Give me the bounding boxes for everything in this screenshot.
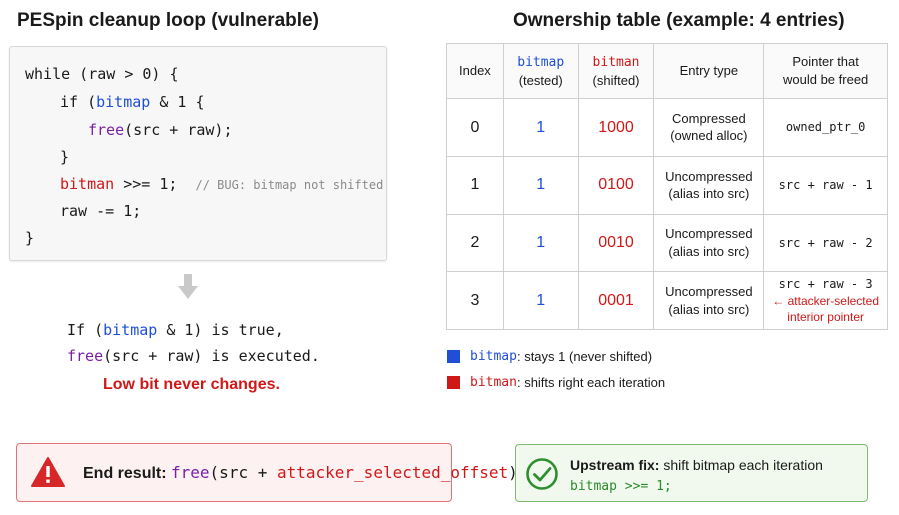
code-if-keyword: if ( — [60, 93, 97, 111]
code-line-shift: bitman >>= 1; // BUG: bitmap not shifted — [60, 175, 383, 193]
attacker-note-2: interior pointer — [787, 309, 864, 324]
cell-entry-type: Uncompressed (alias into src) — [653, 155, 765, 215]
ownership-table: Index bitmap (tested) bitman (shifted) Ent… — [446, 43, 888, 330]
header-bitman: bitman (shifted) — [577, 43, 655, 99]
cell-bitmap: 1 — [502, 271, 579, 330]
cell-bitman: 0100 — [577, 155, 655, 215]
legend-bitman-text: : shifts right each iteration — [516, 375, 666, 390]
end-result-text: End result: free(src + attacker_selected… — [83, 463, 518, 482]
table-header-row: Index bitmap (tested) bitman (shifted) Ent… — [446, 43, 888, 99]
explain-low-bit: Low bit never changes. — [103, 376, 280, 393]
table-row: 1 1 0100 Uncompressed (alias into src) sr… — [446, 155, 888, 215]
cell-pointer: src + raw - 2 — [763, 213, 888, 273]
cell-pointer: src + raw - 3 ← attacker-selected interior… — [763, 271, 888, 330]
cell-index: 3 — [446, 271, 504, 330]
code-line-while: while (raw > 0) { — [25, 65, 179, 83]
legend-swatch-blue — [447, 350, 460, 363]
legend-bitman-var: bitman — [470, 375, 517, 390]
table-row: 3 1 0001 Uncompressed (alias into src) sr… — [446, 271, 888, 330]
header-pointer: Pointer that would be freed — [763, 43, 888, 99]
header-bitmap: bitmap (tested) — [502, 43, 579, 99]
attacker-note: ← attacker-selected — [772, 293, 879, 308]
legend-bitmap-var: bitmap — [470, 349, 517, 364]
result-offset-arg: attacker_selected_offset — [276, 463, 509, 482]
table-row: 0 1 1000 Compressed (owned alloc) owned_p… — [446, 98, 888, 157]
table-section-title: Ownership table (example: 4 entries) — [513, 10, 845, 31]
cell-index: 1 — [446, 155, 504, 215]
cell-entry-type: Uncompressed (alias into src) — [653, 271, 765, 330]
cell-entry-type: Compressed (owned alloc) — [653, 98, 765, 157]
header-entry-type: Entry type — [653, 43, 765, 99]
cell-entry-type: Uncompressed (alias into src) — [653, 213, 765, 273]
legend-bitman: bitman: shifts right each iteration — [447, 375, 665, 390]
code-line-decrement: raw -= 1; — [60, 202, 142, 220]
code-line-if: if (bitmap & 1 { — [60, 93, 205, 111]
cell-pointer: owned_ptr_0 — [763, 98, 888, 157]
upstream-fix-box: Upstream fix: shift bitmap each iteratio… — [515, 444, 868, 502]
explain-condition: If (bitmap & 1) is true, — [67, 321, 284, 339]
code-bitmap-var: bitmap — [96, 93, 151, 111]
code-free-args: (src + raw); — [124, 121, 233, 139]
cell-index: 2 — [446, 213, 504, 273]
cell-bitman: 1000 — [577, 98, 655, 157]
warning-icon — [31, 457, 65, 487]
code-if-rest: & 1 { — [150, 93, 205, 111]
code-bitman-var: bitman — [60, 175, 115, 193]
table-row: 2 1 0010 Uncompressed (alias into src) sr… — [446, 213, 888, 273]
code-bug-comment: // BUG: bitmap not shifted — [195, 178, 384, 192]
down-arrow-icon — [178, 274, 198, 299]
check-circle-icon — [526, 458, 558, 490]
result-free-fn: free — [171, 463, 210, 482]
cell-bitmap: 1 — [502, 213, 579, 273]
code-shift-op: >>= 1; — [114, 175, 178, 193]
header-index: Index — [446, 43, 504, 99]
cell-bitman: 0001 — [577, 271, 655, 330]
legend-bitmap: bitmap: stays 1 (never shifted) — [447, 349, 652, 364]
explain-free: free(src + raw) is executed. — [67, 347, 320, 365]
code-block: while (raw > 0) { if (bitmap & 1 { free(… — [9, 46, 387, 261]
cell-pointer: src + raw - 1 — [763, 155, 888, 215]
legend-bitmap-text: : stays 1 (never shifted) — [516, 349, 653, 364]
code-line-close-while: } — [25, 229, 35, 247]
cell-bitmap: 1 — [502, 98, 579, 157]
fix-code: bitmap >>= 1; — [570, 479, 672, 494]
explain-bitmap-var: bitmap — [103, 321, 158, 339]
cell-index: 0 — [446, 98, 504, 157]
code-section-title: PESpin cleanup loop (vulnerable) — [17, 10, 319, 31]
legend-swatch-red — [447, 376, 460, 389]
code-line-free: free(src + raw); — [88, 121, 233, 139]
code-free-fn: free — [88, 121, 125, 139]
fix-text: Upstream fix: shift bitmap each iteratio… — [570, 457, 823, 473]
cell-bitman: 0010 — [577, 213, 655, 273]
cell-bitmap: 1 — [502, 155, 579, 215]
code-line-close-if: } — [60, 148, 70, 166]
explain-free-fn: free — [67, 347, 104, 365]
end-result-box: End result: free(src + attacker_selected… — [16, 443, 518, 502]
